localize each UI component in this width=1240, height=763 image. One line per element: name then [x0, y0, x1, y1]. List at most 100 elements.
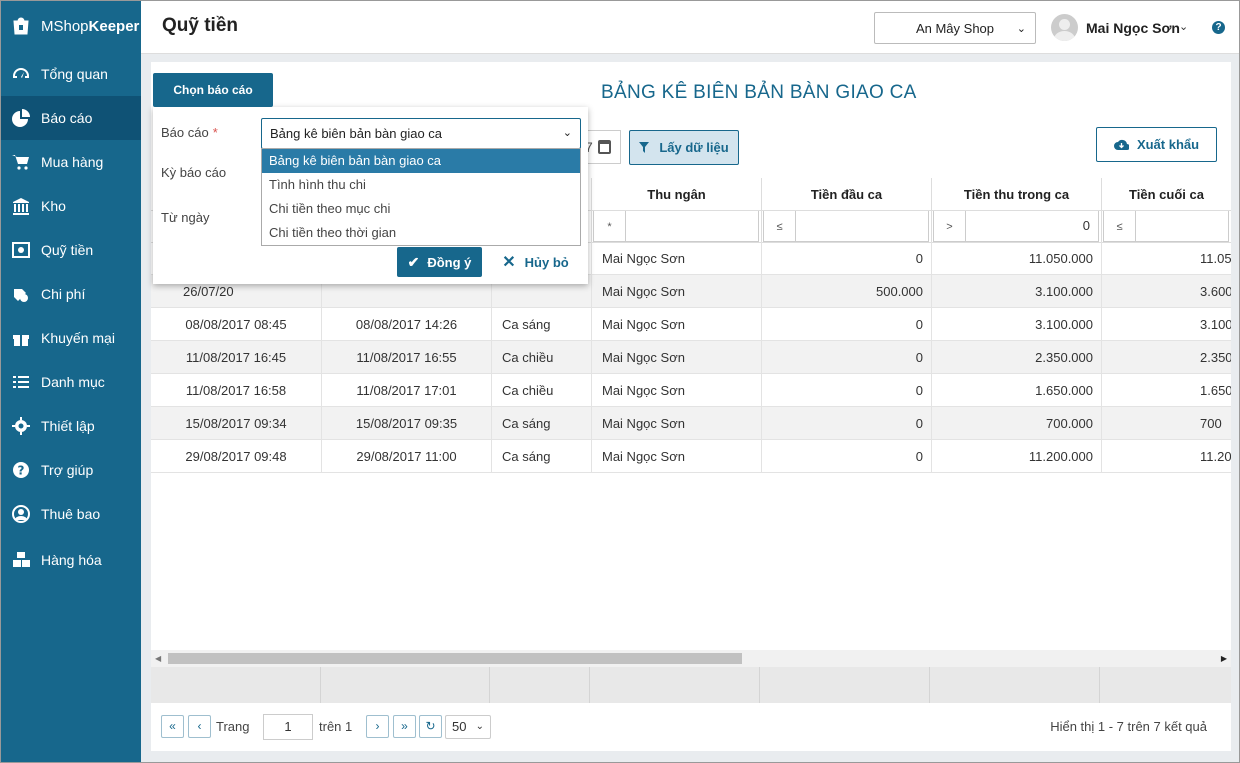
sidebar-item[interactable]: Thuê bao: [0, 492, 141, 536]
chevron-down-icon[interactable]: ⌄: [1179, 20, 1188, 33]
report-select[interactable]: Bảng kê biên bản bàn giao ca ⌄: [261, 118, 581, 149]
page-total: trên 1: [319, 719, 353, 734]
filter-input[interactable]: 0: [965, 210, 1099, 242]
user-icon: [11, 504, 31, 524]
filter-input[interactable]: [1135, 210, 1229, 242]
sidebar-item[interactable]: Hàng hóa: [0, 538, 141, 582]
export-button[interactable]: Xuất khẩu: [1096, 127, 1217, 162]
sidebar-item[interactable]: Khuyến mại: [0, 316, 141, 360]
table-cell: Mai Ngọc Sơn: [591, 308, 761, 341]
column-header[interactable]: Thu ngân: [591, 178, 761, 211]
table-cell: 11/08/2017 16:55: [321, 341, 491, 374]
cancel-button[interactable]: ✕ Hủy bỏ: [498, 247, 573, 277]
page-size-value: 50: [452, 719, 467, 734]
sidebar-item[interactable]: Thiết lập: [0, 404, 141, 448]
pie-chart-icon: [11, 108, 31, 128]
report-select-value: Bảng kê biên bản bàn giao ca: [270, 126, 443, 141]
filter-input[interactable]: [795, 210, 929, 242]
page-input[interactable]: 1: [263, 714, 313, 740]
sidebar-item-label: Mua hàng: [41, 154, 104, 170]
page-title: Quỹ tiền: [162, 15, 239, 36]
column-filter: ≤: [761, 210, 931, 242]
table-row[interactable]: 11/08/2017 16:45 11/08/2017 16:55 Ca chiều…: [151, 341, 1231, 374]
shop-select[interactable]: An Mây Shop ⌄: [874, 12, 1036, 44]
sidebar-item[interactable]: Báo cáo: [0, 96, 141, 140]
table-cell: 0: [761, 407, 931, 440]
page-size-select[interactable]: 50 ⌄: [445, 715, 491, 739]
filter-operator[interactable]: >: [933, 210, 965, 242]
table-cell: 3.100.000: [931, 275, 1101, 308]
sidebar-item[interactable]: Quỹ tiền: [0, 228, 141, 272]
table-row[interactable]: 15/08/2017 09:34 15/08/2017 09:35 Ca sáng M…: [151, 407, 1231, 440]
help-icon[interactable]: ?: [1212, 21, 1225, 34]
report-label: Báo cáo: [161, 125, 209, 140]
shop-select-value: An Mây Shop: [915, 20, 995, 36]
column-filter: >0: [931, 210, 1101, 242]
sidebar: MShop Keeper Tổng quan Báo cáo Mua hàng Kho Q…: [0, 0, 141, 763]
sidebar-item-label: Báo cáo: [41, 110, 93, 126]
last-page-icon[interactable]: »: [393, 715, 416, 738]
summary-divider: [929, 667, 930, 703]
fetch-data-button[interactable]: Lấy dữ liệu: [629, 130, 739, 165]
filter-operator[interactable]: ≤: [763, 210, 795, 242]
column-header[interactable]: Tiền đầu ca: [761, 178, 931, 211]
report-option[interactable]: Chi tiền theo thời gian: [262, 221, 580, 245]
svg-text:?: ?: [18, 464, 25, 478]
column-header[interactable]: Tiền thu trong ca: [931, 178, 1101, 211]
first-page-icon[interactable]: «: [161, 715, 184, 738]
table-cell: 08/08/2017 14:26: [321, 308, 491, 341]
sidebar-item-label: Danh mục: [41, 374, 105, 390]
table-row[interactable]: 29/08/2017 09:48 29/08/2017 11:00 Ca sáng M…: [151, 440, 1231, 473]
sidebar-item[interactable]: Chi phí: [0, 272, 141, 316]
logo-text-bold: Keeper: [88, 17, 140, 35]
app-logo[interactable]: MShop Keeper: [0, 0, 141, 52]
confirm-label: Đồng ý: [427, 254, 472, 270]
table-cell: 11.200: [1101, 440, 1231, 473]
confirm-button[interactable]: ✔ Đồng ý: [397, 247, 482, 277]
summary-divider: [589, 667, 590, 703]
filter-operator[interactable]: ≤: [1103, 210, 1135, 242]
sidebar-item[interactable]: Danh mục: [0, 360, 141, 404]
table-cell: Mai Ngọc Sơn: [591, 440, 761, 473]
shop-bag-icon: [13, 17, 29, 35]
report-option[interactable]: Tình hình thu chi: [262, 173, 580, 197]
scrollbar-thumb[interactable]: [168, 653, 742, 664]
choose-report-button[interactable]: Chọn báo cáo: [153, 73, 273, 107]
table-row[interactable]: 11/08/2017 16:58 11/08/2017 17:01 Ca chiều…: [151, 374, 1231, 407]
table-cell: 29/08/2017 11:00: [321, 440, 491, 473]
filter-icon: [639, 142, 650, 153]
scroll-right-icon[interactable]: ▶: [1221, 654, 1227, 663]
table-cell: 1.650: [1101, 374, 1231, 407]
table-cell: 700: [1101, 407, 1231, 440]
next-page-icon[interactable]: ›: [366, 715, 389, 738]
prev-page-icon[interactable]: ‹: [188, 715, 211, 738]
scroll-left-icon[interactable]: ◀: [155, 654, 161, 663]
summary-divider: [320, 667, 321, 703]
calendar-icon[interactable]: [598, 140, 611, 154]
table-cell: Ca chiều: [491, 341, 591, 374]
report-option[interactable]: Chi tiền theo mục chi: [262, 197, 580, 221]
table-cell: Mai Ngọc Sơn: [591, 341, 761, 374]
table-cell: 11.200.000: [931, 440, 1101, 473]
report-field-label: Báo cáo *: [161, 125, 218, 140]
table-cell: Mai Ngọc Sơn: [591, 407, 761, 440]
horizontal-scrollbar[interactable]: ◀ ▶: [151, 650, 1231, 667]
table-cell: 15/08/2017 09:34: [185, 416, 287, 431]
avatar[interactable]: [1051, 14, 1078, 41]
column-header[interactable]: Tiền cuối ca: [1101, 178, 1231, 211]
filter-input[interactable]: [625, 210, 759, 242]
table-cell: 2.350: [1101, 341, 1231, 374]
user-name[interactable]: Mai Ngọc Sơn: [1086, 20, 1180, 36]
sidebar-item[interactable]: Mua hàng: [0, 140, 141, 184]
refresh-icon[interactable]: ↻: [419, 715, 442, 738]
sidebar-item[interactable]: ? Trợ giúp: [0, 448, 141, 492]
filter-operator[interactable]: *: [593, 210, 625, 242]
report-option[interactable]: Bảng kê biên bản bàn giao ca: [262, 149, 580, 173]
table-cell: 11/08/2017 17:01: [321, 374, 491, 407]
sidebar-item[interactable]: Tổng quan: [0, 52, 141, 96]
logo-text: MShop: [41, 17, 89, 35]
table-row[interactable]: 08/08/2017 08:45 08/08/2017 14:26 Ca sáng M…: [151, 308, 1231, 341]
sidebar-item[interactable]: Kho: [0, 184, 141, 228]
table-cell: 0: [761, 242, 931, 275]
money-icon: [11, 284, 31, 304]
